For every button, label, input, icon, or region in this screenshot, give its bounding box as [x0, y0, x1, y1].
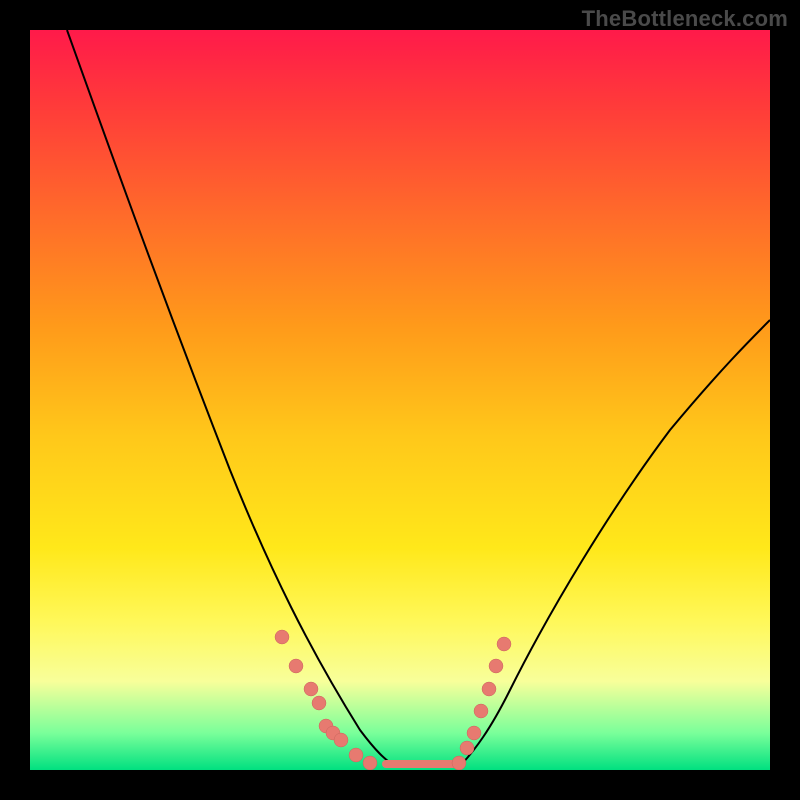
- marker-dot: [482, 682, 496, 696]
- marker-dot: [489, 659, 503, 673]
- marker-dot: [460, 741, 474, 755]
- marker-dot: [275, 630, 289, 644]
- bottom-flat-marker: [382, 760, 462, 768]
- marker-dot: [304, 682, 318, 696]
- chart-frame: TheBottleneck.com: [0, 0, 800, 800]
- marker-dot: [452, 756, 466, 770]
- watermark-text: TheBottleneck.com: [582, 6, 788, 32]
- marker-dot: [349, 748, 363, 762]
- marker-dot: [474, 704, 488, 718]
- marker-dot: [312, 696, 326, 710]
- marker-dot: [363, 756, 377, 770]
- plot-area: [30, 30, 770, 770]
- marker-dot: [467, 726, 481, 740]
- right-curve: [460, 320, 770, 766]
- chart-svg: [30, 30, 770, 770]
- left-curve: [67, 30, 395, 766]
- marker-dot: [289, 659, 303, 673]
- marker-dot: [334, 733, 348, 747]
- marker-dot: [497, 637, 511, 651]
